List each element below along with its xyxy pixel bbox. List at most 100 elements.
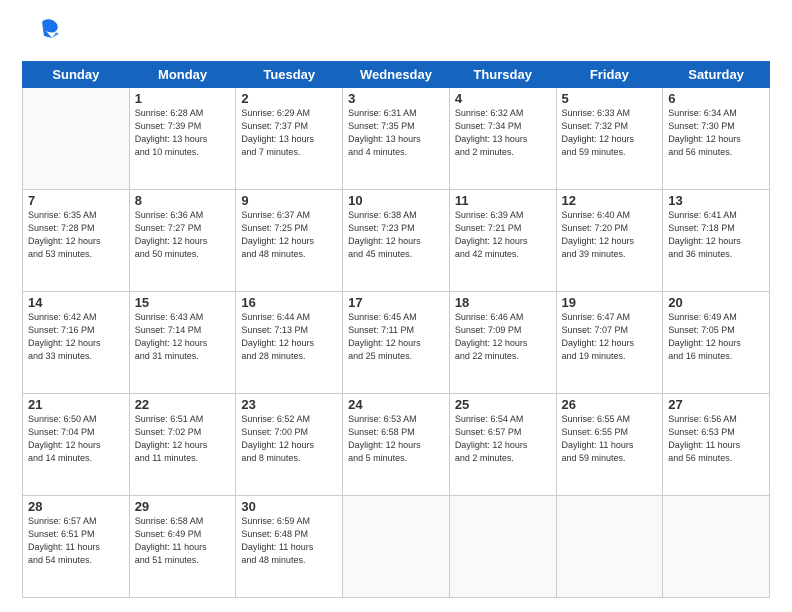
day-info: Sunrise: 6:54 AM Sunset: 6:57 PM Dayligh… <box>455 413 551 465</box>
calendar-cell: 2Sunrise: 6:29 AM Sunset: 7:37 PM Daylig… <box>236 88 343 190</box>
day-info: Sunrise: 6:34 AM Sunset: 7:30 PM Dayligh… <box>668 107 764 159</box>
calendar-cell: 4Sunrise: 6:32 AM Sunset: 7:34 PM Daylig… <box>449 88 556 190</box>
calendar-cell: 1Sunrise: 6:28 AM Sunset: 7:39 PM Daylig… <box>129 88 236 190</box>
calendar-cell: 13Sunrise: 6:41 AM Sunset: 7:18 PM Dayli… <box>663 190 770 292</box>
day-number: 26 <box>562 397 658 412</box>
calendar-cell: 16Sunrise: 6:44 AM Sunset: 7:13 PM Dayli… <box>236 292 343 394</box>
day-number: 23 <box>241 397 337 412</box>
day-info: Sunrise: 6:58 AM Sunset: 6:49 PM Dayligh… <box>135 515 231 567</box>
calendar-cell: 10Sunrise: 6:38 AM Sunset: 7:23 PM Dayli… <box>343 190 450 292</box>
day-info: Sunrise: 6:40 AM Sunset: 7:20 PM Dayligh… <box>562 209 658 261</box>
day-number: 1 <box>135 91 231 106</box>
day-number: 22 <box>135 397 231 412</box>
calendar-cell: 27Sunrise: 6:56 AM Sunset: 6:53 PM Dayli… <box>663 394 770 496</box>
day-number: 3 <box>348 91 444 106</box>
day-number: 20 <box>668 295 764 310</box>
day-info: Sunrise: 6:31 AM Sunset: 7:35 PM Dayligh… <box>348 107 444 159</box>
calendar-cell <box>343 496 450 598</box>
day-info: Sunrise: 6:39 AM Sunset: 7:21 PM Dayligh… <box>455 209 551 261</box>
day-info: Sunrise: 6:43 AM Sunset: 7:14 PM Dayligh… <box>135 311 231 363</box>
calendar-cell: 3Sunrise: 6:31 AM Sunset: 7:35 PM Daylig… <box>343 88 450 190</box>
calendar-cell: 25Sunrise: 6:54 AM Sunset: 6:57 PM Dayli… <box>449 394 556 496</box>
calendar-cell <box>556 496 663 598</box>
day-info: Sunrise: 6:41 AM Sunset: 7:18 PM Dayligh… <box>668 209 764 261</box>
weekday-header-friday: Friday <box>556 62 663 88</box>
day-info: Sunrise: 6:53 AM Sunset: 6:58 PM Dayligh… <box>348 413 444 465</box>
calendar-cell: 9Sunrise: 6:37 AM Sunset: 7:25 PM Daylig… <box>236 190 343 292</box>
calendar-cell <box>23 88 130 190</box>
calendar-cell <box>663 496 770 598</box>
day-info: Sunrise: 6:45 AM Sunset: 7:11 PM Dayligh… <box>348 311 444 363</box>
day-info: Sunrise: 6:52 AM Sunset: 7:00 PM Dayligh… <box>241 413 337 465</box>
weekday-header-row: SundayMondayTuesdayWednesdayThursdayFrid… <box>23 62 770 88</box>
calendar-cell: 8Sunrise: 6:36 AM Sunset: 7:27 PM Daylig… <box>129 190 236 292</box>
calendar-cell: 22Sunrise: 6:51 AM Sunset: 7:02 PM Dayli… <box>129 394 236 496</box>
calendar-cell: 6Sunrise: 6:34 AM Sunset: 7:30 PM Daylig… <box>663 88 770 190</box>
calendar-table: SundayMondayTuesdayWednesdayThursdayFrid… <box>22 61 770 598</box>
day-number: 13 <box>668 193 764 208</box>
calendar-cell: 28Sunrise: 6:57 AM Sunset: 6:51 PM Dayli… <box>23 496 130 598</box>
calendar-cell: 20Sunrise: 6:49 AM Sunset: 7:05 PM Dayli… <box>663 292 770 394</box>
weekday-header-saturday: Saturday <box>663 62 770 88</box>
day-info: Sunrise: 6:36 AM Sunset: 7:27 PM Dayligh… <box>135 209 231 261</box>
calendar-cell: 21Sunrise: 6:50 AM Sunset: 7:04 PM Dayli… <box>23 394 130 496</box>
day-number: 2 <box>241 91 337 106</box>
calendar-cell: 12Sunrise: 6:40 AM Sunset: 7:20 PM Dayli… <box>556 190 663 292</box>
day-number: 6 <box>668 91 764 106</box>
calendar-cell: 30Sunrise: 6:59 AM Sunset: 6:48 PM Dayli… <box>236 496 343 598</box>
calendar-week-4: 28Sunrise: 6:57 AM Sunset: 6:51 PM Dayli… <box>23 496 770 598</box>
weekday-header-tuesday: Tuesday <box>236 62 343 88</box>
day-number: 8 <box>135 193 231 208</box>
day-info: Sunrise: 6:32 AM Sunset: 7:34 PM Dayligh… <box>455 107 551 159</box>
day-info: Sunrise: 6:56 AM Sunset: 6:53 PM Dayligh… <box>668 413 764 465</box>
day-number: 12 <box>562 193 658 208</box>
day-number: 27 <box>668 397 764 412</box>
day-number: 18 <box>455 295 551 310</box>
calendar-cell: 11Sunrise: 6:39 AM Sunset: 7:21 PM Dayli… <box>449 190 556 292</box>
day-number: 25 <box>455 397 551 412</box>
day-info: Sunrise: 6:29 AM Sunset: 7:37 PM Dayligh… <box>241 107 337 159</box>
day-info: Sunrise: 6:37 AM Sunset: 7:25 PM Dayligh… <box>241 209 337 261</box>
day-info: Sunrise: 6:50 AM Sunset: 7:04 PM Dayligh… <box>28 413 124 465</box>
calendar-cell: 15Sunrise: 6:43 AM Sunset: 7:14 PM Dayli… <box>129 292 236 394</box>
calendar-cell: 29Sunrise: 6:58 AM Sunset: 6:49 PM Dayli… <box>129 496 236 598</box>
weekday-header-sunday: Sunday <box>23 62 130 88</box>
day-number: 10 <box>348 193 444 208</box>
calendar-week-2: 14Sunrise: 6:42 AM Sunset: 7:16 PM Dayli… <box>23 292 770 394</box>
day-info: Sunrise: 6:38 AM Sunset: 7:23 PM Dayligh… <box>348 209 444 261</box>
logo-bird-icon <box>26 18 60 51</box>
day-number: 11 <box>455 193 551 208</box>
day-info: Sunrise: 6:33 AM Sunset: 7:32 PM Dayligh… <box>562 107 658 159</box>
calendar-cell: 17Sunrise: 6:45 AM Sunset: 7:11 PM Dayli… <box>343 292 450 394</box>
calendar-cell: 26Sunrise: 6:55 AM Sunset: 6:55 PM Dayli… <box>556 394 663 496</box>
weekday-header-monday: Monday <box>129 62 236 88</box>
day-info: Sunrise: 6:55 AM Sunset: 6:55 PM Dayligh… <box>562 413 658 465</box>
day-number: 7 <box>28 193 124 208</box>
day-info: Sunrise: 6:57 AM Sunset: 6:51 PM Dayligh… <box>28 515 124 567</box>
calendar-cell: 24Sunrise: 6:53 AM Sunset: 6:58 PM Dayli… <box>343 394 450 496</box>
day-number: 9 <box>241 193 337 208</box>
weekday-header-thursday: Thursday <box>449 62 556 88</box>
calendar-cell: 19Sunrise: 6:47 AM Sunset: 7:07 PM Dayli… <box>556 292 663 394</box>
calendar-week-0: 1Sunrise: 6:28 AM Sunset: 7:39 PM Daylig… <box>23 88 770 190</box>
calendar-cell <box>449 496 556 598</box>
day-number: 4 <box>455 91 551 106</box>
day-info: Sunrise: 6:28 AM Sunset: 7:39 PM Dayligh… <box>135 107 231 159</box>
day-info: Sunrise: 6:35 AM Sunset: 7:28 PM Dayligh… <box>28 209 124 261</box>
day-number: 15 <box>135 295 231 310</box>
day-number: 5 <box>562 91 658 106</box>
day-number: 17 <box>348 295 444 310</box>
weekday-header-wednesday: Wednesday <box>343 62 450 88</box>
calendar-cell: 7Sunrise: 6:35 AM Sunset: 7:28 PM Daylig… <box>23 190 130 292</box>
day-number: 29 <box>135 499 231 514</box>
day-info: Sunrise: 6:46 AM Sunset: 7:09 PM Dayligh… <box>455 311 551 363</box>
calendar-cell: 23Sunrise: 6:52 AM Sunset: 7:00 PM Dayli… <box>236 394 343 496</box>
day-info: Sunrise: 6:47 AM Sunset: 7:07 PM Dayligh… <box>562 311 658 363</box>
day-number: 19 <box>562 295 658 310</box>
calendar-week-1: 7Sunrise: 6:35 AM Sunset: 7:28 PM Daylig… <box>23 190 770 292</box>
calendar-week-3: 21Sunrise: 6:50 AM Sunset: 7:04 PM Dayli… <box>23 394 770 496</box>
day-number: 16 <box>241 295 337 310</box>
day-number: 28 <box>28 499 124 514</box>
day-info: Sunrise: 6:51 AM Sunset: 7:02 PM Dayligh… <box>135 413 231 465</box>
calendar-cell: 18Sunrise: 6:46 AM Sunset: 7:09 PM Dayli… <box>449 292 556 394</box>
